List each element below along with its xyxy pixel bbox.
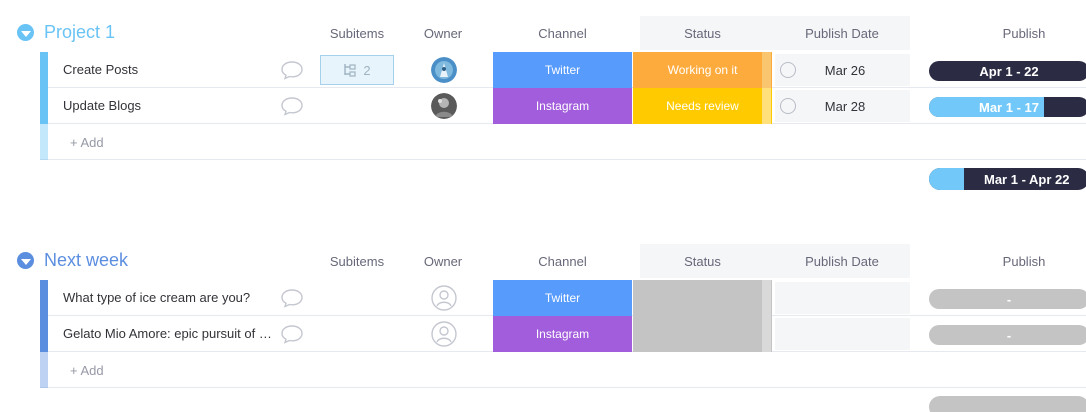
item-row[interactable]: What type of ice cream are you? Twitter … [40,280,1086,316]
item-name[interactable]: What type of ice cream are you? [63,290,275,305]
add-item-button[interactable]: + Add [70,135,104,150]
subitems-icon [344,64,356,77]
owner-empty-avatar[interactable] [431,285,457,311]
add-item-button[interactable]: + Add [70,363,104,378]
owner-empty-avatar[interactable] [431,321,457,347]
group-header: Next week Subitems Owner Channel Status … [0,242,1086,280]
column-header-channel[interactable]: Channel [493,26,632,41]
group-title[interactable]: Next week [44,250,128,271]
column-header-publish[interactable]: Publish [975,254,1073,269]
status-edge [762,88,771,124]
column-header-owner[interactable]: Owner [405,26,481,41]
status-label[interactable]: Working on it [633,52,772,88]
column-header-publish[interactable]: Publish [975,26,1073,41]
group-title[interactable]: Project 1 [44,22,115,43]
status-edge [762,316,771,352]
column-header-publish-date[interactable]: Publish Date [780,26,904,41]
comment-icon[interactable] [280,60,304,80]
column-header-subitems[interactable]: Subitems [316,254,398,269]
collapse-group-icon[interactable] [17,24,34,41]
publish-date[interactable]: Mar 26 [805,63,885,78]
row-color-bar [40,316,48,352]
item-row[interactable]: Update Blogs Instagram Needs review Mar … [40,88,1086,124]
owner-avatar[interactable] [431,57,457,83]
collapse-group-icon[interactable] [17,252,34,269]
item-name[interactable]: Gelato Mio Amore: epic pursuit of t… [63,326,275,341]
comment-icon[interactable] [280,288,304,308]
row-color-bar [40,124,48,160]
publish-timeline[interactable]: Mar 1 - 17 [929,97,1086,117]
summary-progress-fill [929,168,965,190]
date-reminder-toggle[interactable] [780,62,796,78]
column-header-status[interactable]: Status [633,26,772,41]
item-row[interactable]: Gelato Mio Amore: epic pursuit of t… Ins… [40,316,1086,352]
status-edge [762,280,771,316]
row-color-bar [40,88,48,124]
status-label[interactable]: Needs review [633,88,772,124]
add-item-row[interactable]: + Add [40,352,1086,388]
status-edge [762,52,771,88]
row-color-bar [40,52,48,88]
row-color-bar [40,280,48,316]
date-reminder-toggle[interactable] [780,98,796,114]
timeline-label: - [1006,291,1012,307]
date-cell-bg [775,318,910,350]
item-name[interactable]: Update Blogs [63,98,275,113]
item-row[interactable]: Create Posts 2 Twitter Working on it Mar… [40,52,1086,88]
owner-avatar[interactable] [431,93,457,119]
column-header-publish-date[interactable]: Publish Date [780,254,904,269]
summary-timeline-label: Mar 1 - Apr 22 [984,171,1070,187]
date-cell-bg [775,282,910,314]
avatar-photo-icon [431,93,457,119]
person-icon [431,321,457,347]
column-header-subitems[interactable]: Subitems [316,26,398,41]
channel-label[interactable]: Twitter [493,280,632,316]
timeline-label: Mar 1 - 17 [979,99,1039,115]
channel-label[interactable]: Twitter [493,52,632,88]
status-empty[interactable] [633,316,772,352]
publish-timeline[interactable]: Apr 1 - 22 [929,61,1086,81]
publish-timeline[interactable]: - [929,325,1086,345]
board: Project 1 Subitems Owner Channel Status … [0,0,1086,412]
status-empty[interactable] [633,280,772,316]
item-name[interactable]: Create Posts [63,62,275,77]
group-header: Project 1 Subitems Owner Channel Status … [0,14,1086,52]
subitems-count: 2 [363,62,371,78]
add-item-row[interactable]: + Add [40,124,1086,160]
publish-timeline[interactable]: - [929,289,1086,309]
subitems-counter[interactable]: 2 [320,55,394,85]
channel-label[interactable]: Instagram [493,88,632,124]
column-header-owner[interactable]: Owner [405,254,481,269]
group-summary-timeline [929,396,1086,412]
column-header-status[interactable]: Status [633,254,772,269]
avatar-photo-icon [431,57,457,83]
comment-icon[interactable] [280,324,304,344]
timeline-label: - [1006,327,1012,343]
row-color-bar [40,352,48,388]
person-icon [431,285,457,311]
comment-icon[interactable] [280,96,304,116]
group-summary-timeline: Mar 1 - Apr 22 [929,168,1086,190]
column-header-channel[interactable]: Channel [493,254,632,269]
channel-label[interactable]: Instagram [493,316,632,352]
timeline-label: Apr 1 - 22 [979,63,1039,79]
publish-date[interactable]: Mar 28 [805,99,885,114]
